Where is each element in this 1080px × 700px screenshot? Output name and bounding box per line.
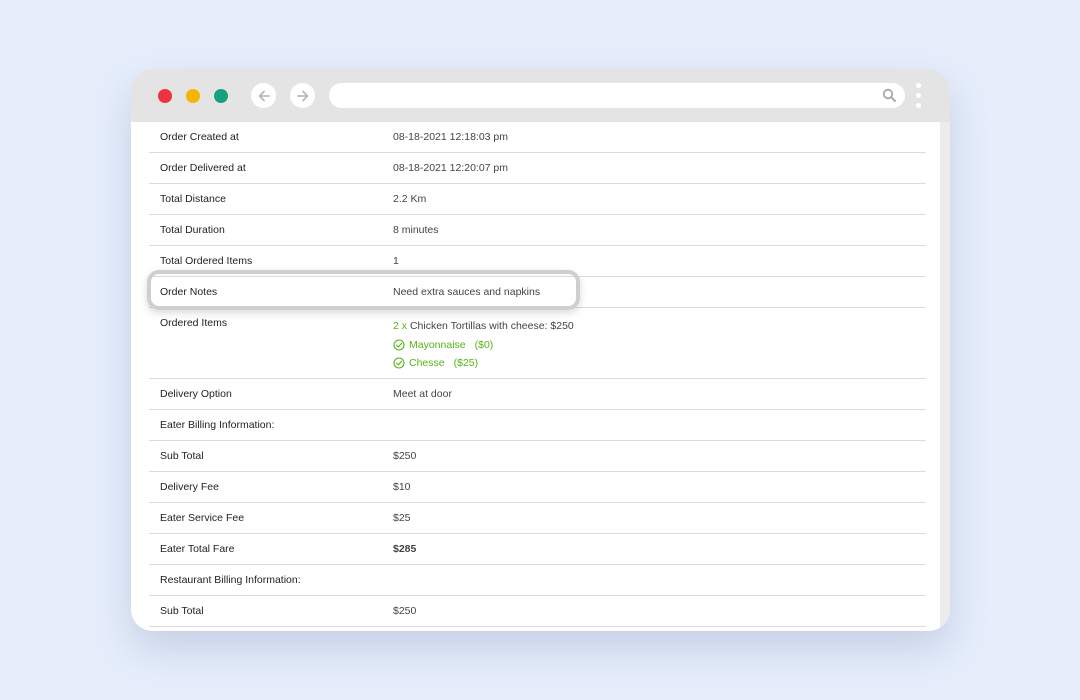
row-label: Eater Billing Information: bbox=[160, 419, 275, 431]
row-label: Ordered Items bbox=[160, 317, 228, 329]
row-label: Order Notes bbox=[160, 286, 218, 298]
table-row: Ordered Items 2 x Chicken Tortillas with… bbox=[149, 307, 926, 379]
arrow-left-icon bbox=[258, 90, 270, 101]
row-value: 2.2 Km bbox=[393, 193, 427, 205]
order-details-table: Order Created at 08-18-2021 12:18:03 pm Or… bbox=[149, 122, 926, 627]
table-row: Total Distance 2.2 Km bbox=[149, 183, 926, 215]
close-window-button[interactable] bbox=[158, 89, 172, 103]
item-quantity: 2 x bbox=[393, 320, 408, 332]
row-label: Order Delivered at bbox=[160, 162, 246, 174]
row-label: Restaurant Billing Information: bbox=[160, 574, 301, 586]
row-value: $285 bbox=[393, 543, 417, 555]
item-name: Chicken Tortillas with cheese: $250 bbox=[409, 320, 574, 332]
minimize-window-button[interactable] bbox=[186, 89, 200, 103]
row-label: Sub Total bbox=[160, 450, 204, 462]
addon-name: Chesse bbox=[409, 357, 445, 369]
row-label: Eater Total Fare bbox=[160, 543, 235, 555]
forward-button[interactable] bbox=[290, 83, 315, 108]
browser-toolbar bbox=[131, 69, 950, 122]
table-row: Eater Billing Information: bbox=[149, 409, 926, 441]
addon-item: Mayonnaise ($0) bbox=[393, 339, 926, 351]
maximize-window-button[interactable] bbox=[214, 89, 228, 103]
row-value: Need extra sauces and napkins bbox=[393, 286, 541, 298]
table-row: Delivery Option Meet at door bbox=[149, 378, 926, 410]
table-row: Order Delivered at 08-18-2021 12:20:07 pm bbox=[149, 152, 926, 184]
table-row: Delivery Fee $10 bbox=[149, 471, 926, 503]
address-bar[interactable] bbox=[329, 83, 905, 108]
table-row: Restaurant Billing Information: bbox=[149, 564, 926, 596]
table-row: Sub Total $250 bbox=[149, 595, 926, 627]
table-row: Order Notes Need extra sauces and napkins bbox=[149, 276, 926, 308]
row-label: Total Duration bbox=[160, 224, 225, 236]
row-label: Total Ordered Items bbox=[160, 255, 253, 267]
row-label: Order Created at bbox=[160, 131, 239, 143]
row-value: $250 bbox=[393, 605, 417, 617]
check-circle-icon bbox=[393, 357, 405, 369]
table-row: Eater Total Fare $285 bbox=[149, 533, 926, 565]
row-label: Delivery Fee bbox=[160, 481, 219, 493]
row-value: $10 bbox=[393, 481, 411, 493]
addon-price: ($25) bbox=[453, 357, 479, 369]
row-label: Delivery Option bbox=[160, 388, 232, 400]
row-label: Sub Total bbox=[160, 605, 204, 617]
table-row: Eater Service Fee $25 bbox=[149, 502, 926, 534]
addon-item: Chesse ($25) bbox=[393, 357, 926, 369]
row-value: 08-18-2021 12:20:07 pm bbox=[393, 162, 509, 174]
search-icon[interactable] bbox=[882, 88, 897, 103]
back-button[interactable] bbox=[251, 83, 276, 108]
row-value bbox=[381, 565, 926, 574]
order-details-panel: Order Created at 08-18-2021 12:18:03 pm Or… bbox=[131, 122, 950, 631]
row-value: 8 minutes bbox=[393, 224, 439, 236]
addon-price: ($0) bbox=[474, 339, 494, 351]
scrollbar[interactable] bbox=[940, 122, 950, 631]
row-value: $250 bbox=[393, 450, 417, 462]
table-row: Total Ordered Items 1 bbox=[149, 245, 926, 277]
check-circle-icon bbox=[393, 339, 405, 351]
table-row: Order Created at 08-18-2021 12:18:03 pm bbox=[149, 122, 926, 153]
row-value: 08-18-2021 12:18:03 pm bbox=[393, 131, 509, 143]
kebab-menu-icon[interactable] bbox=[916, 83, 922, 109]
arrow-right-icon bbox=[296, 90, 308, 101]
table-row: Sub Total $250 bbox=[149, 440, 926, 472]
addon-name: Mayonnaise bbox=[409, 339, 466, 351]
row-value bbox=[381, 410, 926, 419]
browser-window: Order Created at 08-18-2021 12:18:03 pm Or… bbox=[131, 69, 950, 631]
row-value: Meet at door bbox=[393, 388, 452, 400]
row-label: Eater Service Fee bbox=[160, 512, 245, 524]
row-value: $25 bbox=[393, 512, 411, 524]
table-row: Total Duration 8 minutes bbox=[149, 214, 926, 246]
row-value: 1 bbox=[393, 255, 399, 267]
row-label: Total Distance bbox=[160, 193, 226, 205]
